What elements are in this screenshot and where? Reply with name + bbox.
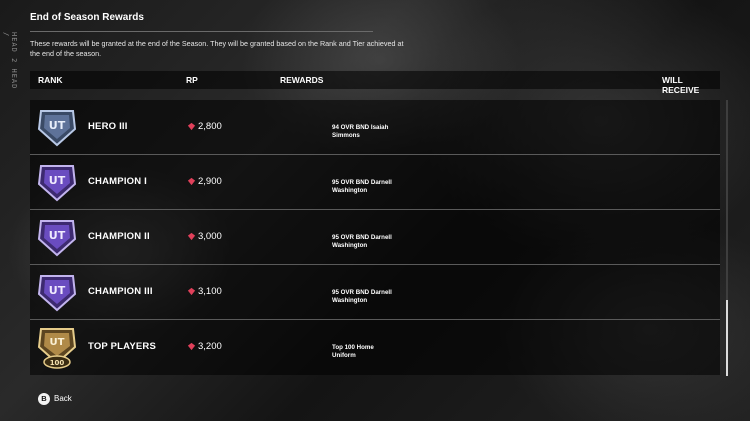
- champion-badge-icon: UT: [37, 275, 77, 312]
- reward-line-1: 95 OVR BND Darnell: [332, 289, 392, 296]
- page-description: These rewards will be granted at the end…: [30, 39, 404, 58]
- reward-row[interactable]: UT CHAMPION III 3,100 95 OVR BND Darnell…: [30, 265, 720, 320]
- reward-text: 95 OVR BND Darnell Washington: [332, 289, 432, 305]
- rp-value: 2,800: [198, 121, 222, 132]
- svg-text:100: 100: [50, 359, 65, 367]
- reward-row[interactable]: UT HERO III 2,800 94 OVR BND Isaiah Simm…: [30, 100, 720, 155]
- page-title: End of Season Rewards: [30, 12, 144, 23]
- rp-value: 3,100: [198, 286, 222, 297]
- column-header-rank: RANK: [38, 75, 63, 85]
- b-button-icon: B: [38, 393, 50, 405]
- rp-value: 2,900: [198, 176, 222, 187]
- champion-badge-icon: UT: [37, 220, 77, 257]
- reward-text: 95 OVR BND Darnell Washington: [332, 179, 432, 195]
- svg-text:UT: UT: [49, 229, 66, 242]
- side-mode-label: HEAD 2 HEAD /: [2, 32, 18, 90]
- column-header-will-receive: WILL RECEIVE: [662, 75, 700, 95]
- rank-name: TOP PLAYERS: [88, 341, 157, 352]
- reward-line-1: 95 OVR BND Darnell: [332, 179, 392, 186]
- column-header-rp: RP: [186, 75, 198, 85]
- reward-row[interactable]: UT 100 TOP PLAYERS 3,200 Top 100 Home Un…: [30, 320, 720, 375]
- svg-text:UT: UT: [50, 337, 65, 348]
- rank-name: CHAMPION III: [88, 286, 153, 297]
- title-divider: [30, 31, 373, 32]
- scrollbar-thumb[interactable]: [726, 300, 728, 376]
- reward-line-2: Simmons: [332, 132, 360, 139]
- reward-text: Top 100 Home Uniform: [332, 344, 432, 360]
- rp-gem-icon: [187, 177, 196, 186]
- hero-badge-icon: UT: [37, 110, 77, 147]
- rank-name: CHAMPION II: [88, 231, 150, 242]
- champion-badge-icon: UT: [37, 165, 77, 202]
- rp-gem-icon: [187, 232, 196, 241]
- reward-text: 94 OVR BND Isaiah Simmons: [332, 124, 432, 140]
- back-label: Back: [54, 394, 72, 403]
- rp-value: 3,200: [198, 341, 222, 352]
- reward-line-2: Uniform: [332, 352, 356, 359]
- list-scrollbar[interactable]: [726, 100, 728, 376]
- table-header: RANK RP REWARDS WILL RECEIVE: [30, 71, 720, 95]
- rp-gem-icon: [187, 122, 196, 131]
- rank-name: HERO III: [88, 121, 128, 132]
- column-header-rewards: REWARDS: [280, 75, 324, 85]
- rp-value: 3,000: [198, 231, 222, 242]
- rp-gem-icon: [187, 342, 196, 351]
- reward-line-2: Washington: [332, 187, 368, 194]
- reward-line-1: Top 100 Home: [332, 344, 374, 351]
- reward-line-1: 94 OVR BND Isaiah: [332, 124, 389, 131]
- top-100-badge-icon: UT 100: [37, 328, 77, 369]
- reward-text: 95 OVR BND Darnell Washington: [332, 234, 432, 250]
- reward-line-2: Washington: [332, 242, 368, 249]
- rewards-list[interactable]: UT HERO III 2,800 94 OVR BND Isaiah Simm…: [30, 100, 720, 376]
- reward-row[interactable]: UT CHAMPION II 3,000 95 OVR BND Darnell …: [30, 210, 720, 265]
- rank-name: CHAMPION I: [88, 176, 147, 187]
- reward-line-2: Washington: [332, 297, 368, 304]
- rp-gem-icon: [187, 287, 196, 296]
- svg-text:UT: UT: [49, 284, 66, 297]
- svg-text:UT: UT: [49, 119, 66, 132]
- reward-line-1: 95 OVR BND Darnell: [332, 234, 392, 241]
- svg-text:UT: UT: [49, 174, 66, 187]
- reward-row[interactable]: UT CHAMPION I 2,900 95 OVR BND Darnell W…: [30, 155, 720, 210]
